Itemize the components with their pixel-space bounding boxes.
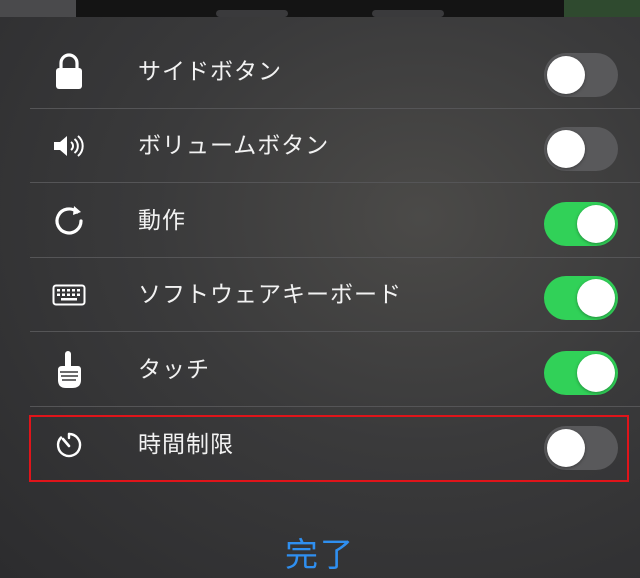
status-strip — [0, 0, 640, 17]
row-label: タッチ — [138, 357, 210, 383]
status-pill — [372, 10, 444, 17]
row-divider — [30, 182, 640, 183]
lock-icon — [44, 52, 94, 92]
row-motion: 動作 — [0, 184, 640, 258]
keyboard-icon — [44, 275, 94, 315]
toggle-knob — [547, 56, 585, 94]
side-button-toggle[interactable] — [544, 53, 618, 97]
row-touch: タッチ — [0, 333, 640, 407]
settings-sheet: サイドボタン ボリュームボタン 動作 ソフトウェアキーボード タッチ 時間制限 … — [0, 17, 640, 578]
row-label: 動作 — [138, 208, 186, 234]
done-button[interactable]: 完了 — [0, 527, 640, 578]
volume-buttons-toggle[interactable] — [544, 127, 618, 171]
row-divider — [30, 331, 640, 332]
toggle-knob — [577, 205, 615, 243]
toggle-knob — [577, 279, 615, 317]
row-label: ボリュームボタン — [138, 133, 330, 159]
status-strip-center — [76, 0, 564, 17]
pointing-hand-icon — [44, 350, 94, 390]
motion-toggle[interactable] — [544, 202, 618, 246]
row-divider — [30, 406, 640, 407]
row-volume-buttons: ボリュームボタン — [0, 109, 640, 183]
highlight-box — [29, 415, 629, 482]
status-strip-right — [564, 0, 640, 17]
status-pill — [216, 10, 288, 17]
speaker-volume-icon — [44, 126, 94, 166]
toggle-knob — [547, 130, 585, 168]
rotate-icon — [44, 201, 94, 241]
row-label: サイドボタン — [138, 59, 282, 85]
row-side-button: サイドボタン — [0, 35, 640, 109]
row-label: ソフトウェアキーボード — [138, 282, 402, 308]
touch-toggle[interactable] — [544, 351, 618, 395]
row-software-keyboard: ソフトウェアキーボード — [0, 258, 640, 332]
toggle-knob — [577, 354, 615, 392]
software-keyboard-toggle[interactable] — [544, 276, 618, 320]
